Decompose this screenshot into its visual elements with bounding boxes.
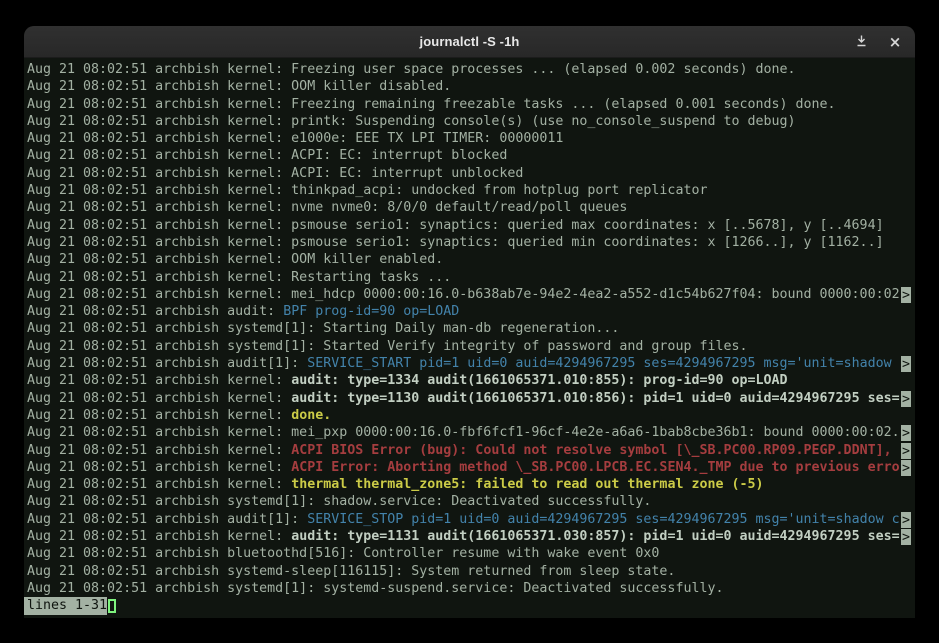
log-line: Aug 21 08:02:51 archbish systemd[1]: Sta… <box>27 338 911 355</box>
truncation-marker: > <box>901 460 911 476</box>
log-line: Aug 21 08:02:51 archbish kernel: psmouse… <box>27 234 911 251</box>
truncation-marker: > <box>901 425 911 441</box>
log-line: Aug 21 08:02:51 archbish kernel: Freezin… <box>27 61 911 78</box>
log-line: Aug 21 08:02:51 archbish kernel: printk:… <box>27 113 911 130</box>
log-line: Aug 21 08:02:51 archbish systemd-sleep[1… <box>27 563 911 580</box>
terminal-screen[interactable]: Aug 21 08:02:51 archbish kernel: Freezin… <box>24 58 915 618</box>
truncation-marker: > <box>901 391 911 407</box>
log-line: Aug 21 08:02:51 archbish systemd[1]: Sta… <box>27 320 911 337</box>
close-button[interactable]: × <box>883 30 907 54</box>
log-line: Aug 21 08:02:51 archbish kernel: ACPI BI… <box>27 442 911 459</box>
truncation-marker: > <box>901 443 911 459</box>
log-line: Aug 21 08:02:51 archbish audit[1]: SERVI… <box>27 355 911 372</box>
log-line: Aug 21 08:02:51 archbish kernel: ACPI Er… <box>27 459 911 476</box>
terminal-lines: Aug 21 08:02:51 archbish kernel: Freezin… <box>27 61 911 597</box>
window-title: journalctl -S -1h <box>420 34 520 49</box>
log-line: Aug 21 08:02:51 archbish kernel: OOM kil… <box>27 78 911 95</box>
log-line: Aug 21 08:02:51 archbish kernel: thinkpa… <box>27 182 911 199</box>
log-line: Aug 21 08:02:51 archbish kernel: ACPI: E… <box>27 147 911 164</box>
log-line: Aug 21 08:02:51 archbish kernel: thermal… <box>27 476 911 493</box>
terminal-cursor <box>108 599 116 613</box>
log-line: Aug 21 08:02:51 archbish kernel: Freezin… <box>27 96 911 113</box>
download-icon <box>855 34 868 50</box>
pager-status-line: lines 1-31 <box>27 597 911 614</box>
log-line: Aug 21 08:02:51 archbish kernel: audit: … <box>27 390 911 407</box>
pager-status: lines 1-31 <box>24 597 107 614</box>
log-line: Aug 21 08:02:51 archbish systemd[1]: sha… <box>27 493 911 510</box>
close-icon: × <box>889 35 902 50</box>
truncation-marker: > <box>901 287 911 303</box>
log-line: Aug 21 08:02:51 archbish kernel: ACPI: E… <box>27 165 911 182</box>
terminal-window: journalctl -S -1h × Aug 21 08:02:51 arch… <box>24 26 915 618</box>
log-line: Aug 21 08:02:51 archbish kernel: mei_hdc… <box>27 286 911 303</box>
log-line: Aug 21 08:02:51 archbish kernel: OOM kil… <box>27 251 911 268</box>
log-line: Aug 21 08:02:51 archbish kernel: mei_pxp… <box>27 424 911 441</box>
titlebar[interactable]: journalctl -S -1h × <box>24 26 915 58</box>
truncation-marker: > <box>901 512 911 528</box>
log-line: Aug 21 08:02:51 archbish kernel: nvme nv… <box>27 199 911 216</box>
log-line: Aug 21 08:02:51 archbish audit[1]: SERVI… <box>27 511 911 528</box>
truncation-marker: > <box>901 529 911 545</box>
log-line: Aug 21 08:02:51 archbish kernel: audit: … <box>27 372 911 389</box>
log-line: Aug 21 08:02:51 archbish kernel: audit: … <box>27 528 911 545</box>
log-line: Aug 21 08:02:51 archbish bluetoothd[516]… <box>27 545 911 562</box>
log-line: Aug 21 08:02:51 archbish kernel: e1000e:… <box>27 130 911 147</box>
log-line: Aug 21 08:02:51 archbish systemd[1]: sys… <box>27 580 911 597</box>
log-line: Aug 21 08:02:51 archbish kernel: done. <box>27 407 911 424</box>
log-line: Aug 21 08:02:51 archbish audit: BPF prog… <box>27 303 911 320</box>
log-line: Aug 21 08:02:51 archbish kernel: Restart… <box>27 269 911 286</box>
log-line: Aug 21 08:02:51 archbish kernel: psmouse… <box>27 217 911 234</box>
truncation-marker: > <box>901 356 911 372</box>
download-button[interactable] <box>849 30 873 54</box>
